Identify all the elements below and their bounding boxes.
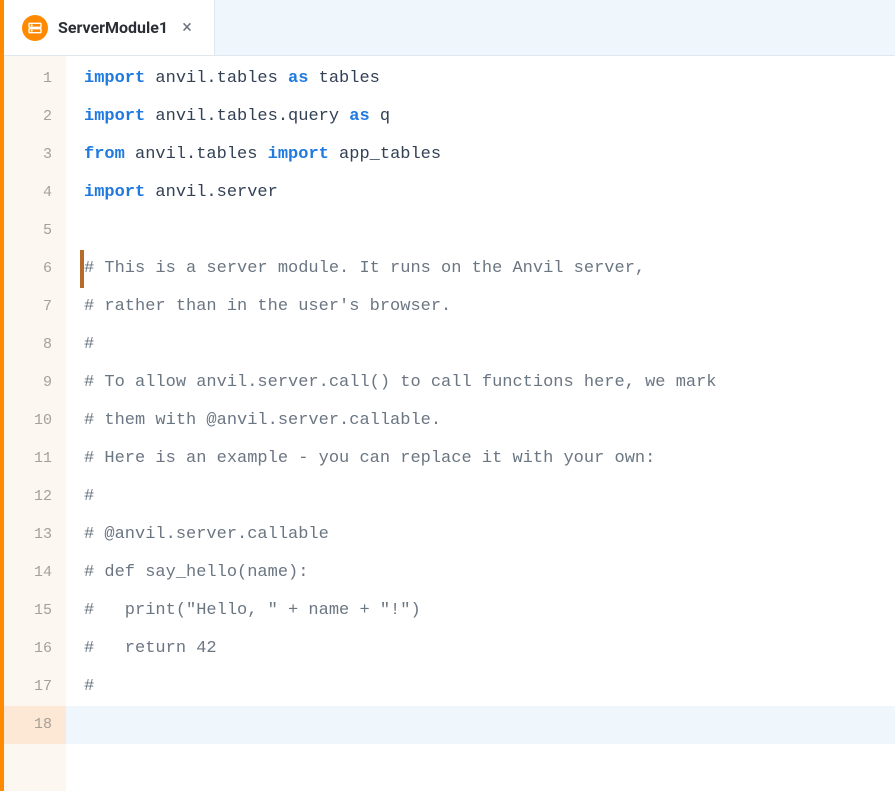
code-token: # To allow anvil.server.call() to call f… bbox=[84, 373, 717, 392]
line-number: 15 bbox=[4, 592, 52, 630]
close-icon[interactable]: × bbox=[178, 19, 196, 37]
line-number: 12 bbox=[4, 478, 52, 516]
code-token: as bbox=[288, 69, 308, 88]
line-number: 18 bbox=[4, 706, 66, 744]
line-number: 11 bbox=[4, 440, 52, 478]
line-number: 1 bbox=[4, 60, 52, 98]
line-number: 7 bbox=[4, 288, 52, 326]
line-number: 17 bbox=[4, 668, 52, 706]
code-token: tables bbox=[308, 69, 379, 88]
code-token: anvil.tables bbox=[125, 145, 268, 164]
code-line[interactable]: # return 42 bbox=[84, 630, 895, 668]
code-line[interactable] bbox=[66, 706, 895, 744]
line-number: 8 bbox=[4, 326, 52, 364]
code-token: from bbox=[84, 145, 125, 164]
code-lines[interactable]: import anvil.tables as tablesimport anvi… bbox=[66, 56, 895, 791]
code-line[interactable]: # def say_hello(name): bbox=[84, 554, 895, 592]
code-token: # bbox=[84, 487, 94, 506]
code-token: import bbox=[84, 69, 145, 88]
line-number: 3 bbox=[4, 136, 52, 174]
code-token: # print("Hello, " + name + "!") bbox=[84, 601, 421, 620]
code-line[interactable]: # print("Hello, " + name + "!") bbox=[84, 592, 895, 630]
code-token: # them with @anvil.server.callable. bbox=[84, 411, 441, 430]
code-token: as bbox=[349, 107, 369, 126]
code-token: # This is a server module. It runs on th… bbox=[84, 259, 645, 278]
focus-marker bbox=[80, 250, 84, 288]
code-token: # def say_hello(name): bbox=[84, 563, 308, 582]
code-token: app_tables bbox=[329, 145, 441, 164]
code-line[interactable]: from anvil.tables import app_tables bbox=[84, 136, 895, 174]
server-module-icon bbox=[22, 15, 48, 41]
code-token: anvil.tables bbox=[145, 69, 288, 88]
code-token: # bbox=[84, 335, 94, 354]
line-number: 5 bbox=[4, 212, 52, 250]
code-line[interactable]: # bbox=[84, 326, 895, 364]
tab-label: ServerModule1 bbox=[58, 18, 168, 37]
code-line[interactable]: # them with @anvil.server.callable. bbox=[84, 402, 895, 440]
line-number: 4 bbox=[4, 174, 52, 212]
line-number: 2 bbox=[4, 98, 52, 136]
code-line[interactable]: # rather than in the user's browser. bbox=[84, 288, 895, 326]
tab-bar: ServerModule1 × bbox=[4, 0, 895, 56]
line-number: 14 bbox=[4, 554, 52, 592]
code-token: import bbox=[268, 145, 329, 164]
code-token: q bbox=[370, 107, 390, 126]
code-token: # @anvil.server.callable bbox=[84, 525, 329, 544]
code-token: import bbox=[84, 183, 145, 202]
gutter: 123456789101112131415161718 bbox=[4, 56, 66, 791]
code-token: # return 42 bbox=[84, 639, 217, 658]
code-line[interactable]: # Here is an example - you can replace i… bbox=[84, 440, 895, 478]
code-line[interactable]: # @anvil.server.callable bbox=[84, 516, 895, 554]
line-number: 10 bbox=[4, 402, 52, 440]
code-token: import bbox=[84, 107, 145, 126]
line-number: 13 bbox=[4, 516, 52, 554]
code-line[interactable]: # bbox=[84, 478, 895, 516]
code-line[interactable]: import anvil.tables as tables bbox=[84, 60, 895, 98]
code-line[interactable]: # This is a server module. It runs on th… bbox=[84, 250, 895, 288]
tab-servermodule1[interactable]: ServerModule1 × bbox=[4, 0, 215, 55]
code-line[interactable]: import anvil.server bbox=[84, 174, 895, 212]
code-line[interactable]: # bbox=[84, 668, 895, 706]
code-token: anvil.server bbox=[145, 183, 278, 202]
code-token: anvil.tables.query bbox=[145, 107, 349, 126]
line-number: 6 bbox=[4, 250, 52, 288]
line-number: 16 bbox=[4, 630, 52, 668]
code-token: # Here is an example - you can replace i… bbox=[84, 449, 655, 468]
code-token: # bbox=[84, 677, 94, 696]
code-area[interactable]: 123456789101112131415161718 import anvil… bbox=[4, 56, 895, 791]
editor-container: ServerModule1 × 123456789101112131415161… bbox=[0, 0, 895, 791]
code-line[interactable] bbox=[84, 212, 895, 250]
code-line[interactable]: # To allow anvil.server.call() to call f… bbox=[84, 364, 895, 402]
line-number: 9 bbox=[4, 364, 52, 402]
code-token: # rather than in the user's browser. bbox=[84, 297, 451, 316]
code-line[interactable]: import anvil.tables.query as q bbox=[84, 98, 895, 136]
